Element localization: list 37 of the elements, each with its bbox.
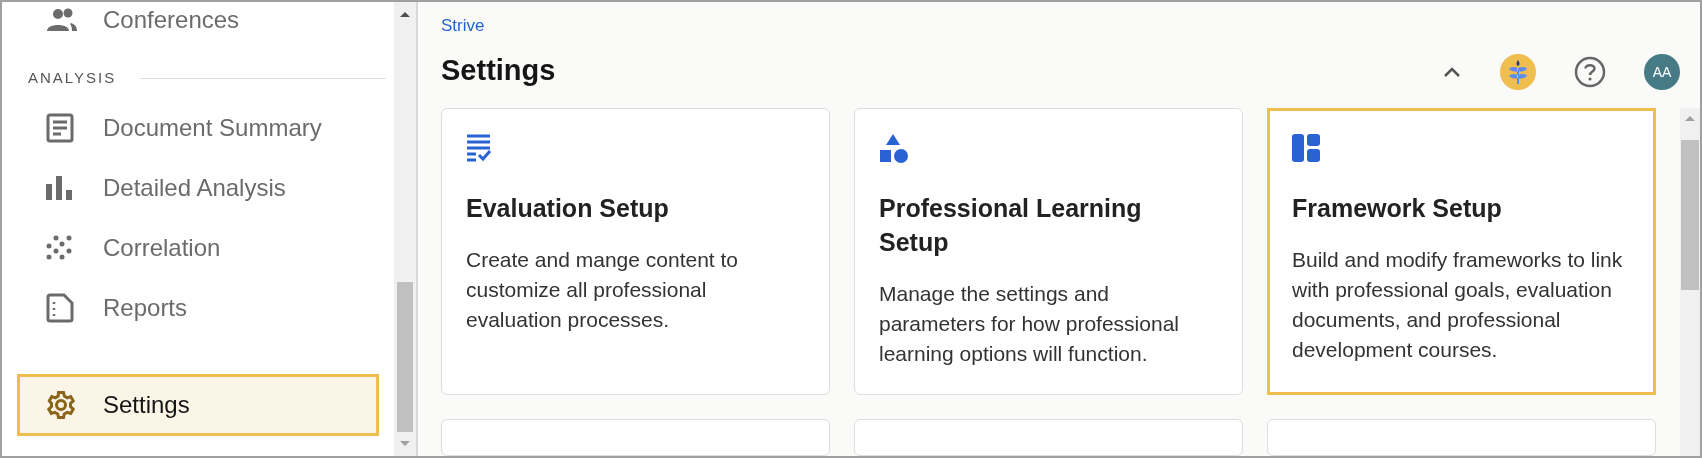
card-title: Evaluation Setup	[466, 193, 670, 224]
settings-icon	[46, 390, 76, 420]
card-title: Framework Setup	[1292, 193, 1503, 224]
breadcrumb-link[interactable]: Strive	[441, 14, 556, 38]
sidebar-item[interactable]: Reports	[2, 278, 394, 338]
sidebar-item[interactable]: Detailed Analysis	[2, 158, 394, 218]
scatter-dots-icon	[46, 235, 72, 261]
layout-icon	[1292, 134, 1320, 162]
card-description: Manage the settings and parameters for how professional learning options will function.	[879, 281, 1180, 367]
sidebar-item[interactable]: Document Summary	[2, 98, 394, 158]
people-icon	[46, 7, 78, 33]
scroll-down-arrow-icon[interactable]	[399, 440, 411, 448]
help-icon[interactable]	[1574, 56, 1606, 88]
sidebar-item[interactable]: Settings	[17, 374, 379, 436]
section-heading: ANALYSIS	[28, 67, 117, 88]
main-scrollbar[interactable]	[1680, 108, 1700, 456]
sidebar-scrollbar[interactable]	[394, 2, 418, 456]
user-avatar[interactable]: AA	[1644, 54, 1680, 90]
report-icon	[46, 293, 74, 323]
document-icon	[46, 113, 74, 143]
card-description: Build and modify frameworks to link with professional goals, evaluation documents, and professional development courses.	[1292, 247, 1624, 363]
scroll-up-arrow-icon[interactable]	[399, 10, 411, 18]
settings-card[interactable]: Evaluation Setup Create and mange content to customize all professional evaluation processes.	[441, 108, 830, 395]
settings-card[interactable]: Framework Setup Build and modify frameworks to link with professional goals, evaluation documents, and professional development courses.	[1267, 108, 1656, 395]
scrollbar-thumb[interactable]	[397, 282, 413, 432]
card-title: Professional Learning Setup	[879, 193, 1143, 258]
card-description: Create and mange content to customize all professional evaluation processes.	[466, 247, 739, 333]
shapes-icon	[879, 133, 909, 163]
checklist-icon	[466, 134, 492, 162]
sidebar-item[interactable]: Correlation	[2, 218, 394, 278]
page-title: Settings	[441, 53, 556, 88]
bar-chart-icon	[46, 176, 72, 200]
chevron-up-icon[interactable]	[1442, 66, 1462, 78]
scrollbar-thumb[interactable]	[1681, 140, 1699, 290]
sidebar-item[interactable]: Conferences	[2, 2, 394, 50]
settings-card[interactable]: Professional Learning Setup Manage the settings and parameters for how professional learning options will function.	[854, 108, 1243, 395]
plant-logo-icon[interactable]	[1500, 54, 1536, 90]
